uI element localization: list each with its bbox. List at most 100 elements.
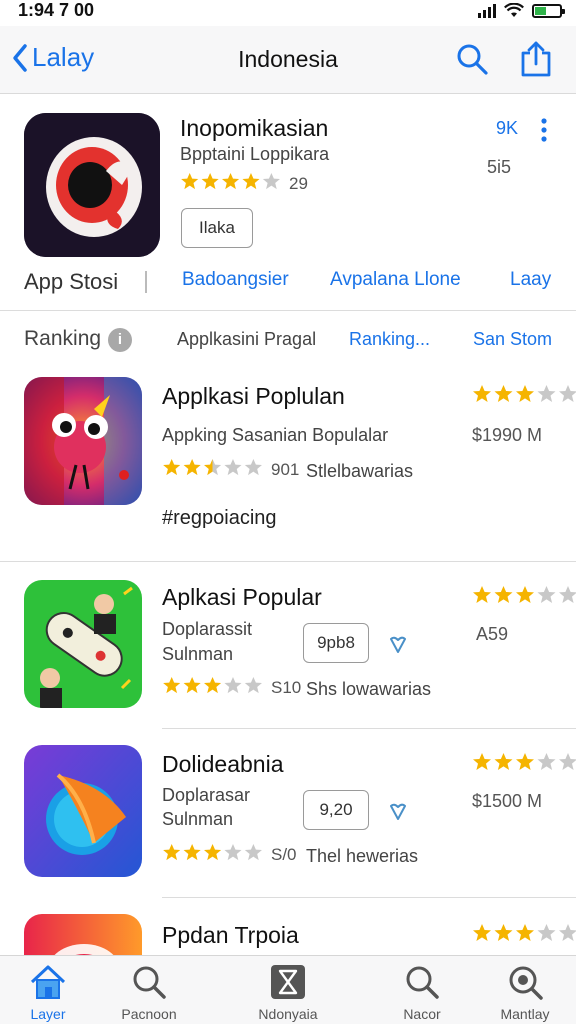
star-icon	[163, 676, 181, 694]
featured-app-title: Inopomikasian	[180, 115, 329, 141]
nav-bar: Lalay Indonesia	[0, 26, 576, 94]
rating-stars	[472, 923, 576, 948]
featured-links: App Stosi Badoangsier Avpalana Llone Laa…	[0, 269, 576, 299]
item-price: $1990 M	[472, 425, 543, 445]
star-icon	[204, 676, 222, 694]
featured-link-2[interactable]: Avpalana Llone	[330, 269, 461, 291]
ranking-tab-2[interactable]: Ranking...	[349, 329, 430, 350]
featured-badge: 9K	[496, 118, 519, 138]
item-title: Applkasi Poplulan	[162, 383, 345, 409]
star-icon	[537, 753, 556, 770]
heart-icon[interactable]	[388, 635, 408, 655]
ranking-bar: Ranking i Applkasini Pragal Ranking... S…	[0, 313, 576, 365]
list-item[interactable]: Ppdan Trpoia	[0, 898, 576, 955]
tab-bar: Layer Pacnoon Ndonyaia Nacor Mantlay	[0, 955, 576, 1024]
list-item[interactable]: Aplkasi Popular Doplarassit Sulnman S10 …	[0, 562, 576, 728]
rating-count: 901	[271, 460, 300, 479]
signal-icon	[478, 3, 496, 18]
star-icon	[473, 924, 491, 941]
ranking-tab-1[interactable]: Applkasini Pragal	[177, 329, 316, 350]
heart-icon[interactable]	[388, 802, 408, 822]
star-icon	[473, 753, 491, 770]
star-icon	[516, 586, 534, 603]
tab-label: Nacor	[403, 1006, 441, 1022]
tab-pacnoon[interactable]: Pacnoon	[101, 956, 197, 1024]
magnify-icon	[509, 966, 543, 1000]
star-icon	[183, 676, 201, 694]
tab-label: Ndonyaia	[258, 1006, 318, 1022]
star-icon	[473, 586, 491, 603]
featured-link-1[interactable]: Badoangsier	[182, 269, 289, 291]
star-icon	[224, 843, 242, 861]
star-icon	[244, 676, 262, 694]
star-icon	[224, 458, 242, 476]
item-extra: Stlelbawarias	[306, 461, 414, 481]
ranking-title: Ranking	[24, 327, 102, 350]
more-options-icon[interactable]	[538, 117, 550, 143]
rating-stars	[472, 585, 576, 610]
star-icon	[559, 924, 576, 941]
game-controller-icon	[24, 580, 142, 708]
star-icon	[183, 843, 201, 861]
item-subtitle: Sulnman	[162, 809, 234, 829]
app-logo-icon	[24, 113, 160, 257]
item-subtitle: Appking Sasanian Bopulalar	[162, 425, 389, 445]
get-button[interactable]: 9,20	[303, 790, 369, 830]
search-icon	[406, 966, 439, 999]
list-item[interactable]: Dolideabnia Doplarasar Sulnman S/0 Thel …	[0, 729, 576, 897]
tab-layer[interactable]: Layer	[0, 956, 96, 1024]
status-time: 1:94 7 00	[18, 0, 95, 20]
star-icon	[244, 843, 262, 861]
item-subtitle: Doplarasar	[162, 785, 251, 805]
star-icon	[204, 458, 222, 476]
star-icon	[183, 458, 201, 476]
star-icon	[494, 586, 513, 603]
star-icon	[262, 172, 280, 190]
open-button[interactable]: Ilaka	[181, 208, 253, 248]
list-item[interactable]: Applkasi Poplulan Appking Sasanian Bopul…	[0, 365, 576, 561]
rating-stars	[180, 172, 283, 196]
star-icon	[559, 753, 576, 770]
search-icon[interactable]	[455, 42, 489, 76]
ranking-tab-3[interactable]: San Stom	[473, 329, 552, 350]
get-button[interactable]: 9pb8	[303, 623, 369, 663]
rating-stars	[472, 384, 576, 409]
featured-size: 5i5	[487, 157, 512, 177]
star-icon	[242, 172, 260, 190]
app-icon[interactable]	[24, 580, 142, 708]
home-icon	[30, 965, 66, 999]
star-icon	[537, 924, 556, 941]
star-icon	[222, 172, 240, 190]
featured-app-icon[interactable]	[24, 113, 160, 257]
item-title: Ppdan Trpoia	[162, 922, 299, 948]
rating-count: S10	[271, 678, 302, 697]
tab-mantlay[interactable]: Mantlay	[477, 956, 573, 1024]
wifi-icon	[504, 3, 524, 17]
share-icon[interactable]	[518, 40, 554, 78]
star-icon	[163, 458, 181, 476]
back-label: Lalay	[32, 42, 95, 72]
tab-ndonyaia[interactable]: Ndonyaia	[240, 956, 336, 1024]
item-title: Aplkasi Popular	[162, 584, 322, 610]
star-icon	[244, 458, 262, 476]
status-bar: 1:94 7 00	[0, 0, 576, 26]
star-icon	[224, 676, 242, 694]
app-icon[interactable]	[24, 914, 142, 955]
app-icon[interactable]	[24, 377, 142, 505]
star-icon	[537, 385, 556, 402]
star-icon	[516, 753, 534, 770]
item-price: $1500 M	[472, 791, 543, 811]
featured-app: Inopomikasian Bpptaini Loppikara 29 Ilak…	[0, 95, 576, 311]
back-button[interactable]: Lalay	[12, 42, 94, 73]
tab-nacor[interactable]: Nacor	[374, 956, 470, 1024]
rating-count: S/0	[271, 845, 297, 864]
featured-link-3[interactable]: Laay	[510, 269, 551, 291]
star-icon	[559, 385, 576, 402]
app-icon[interactable]	[24, 745, 142, 877]
tab-label: Layer	[30, 1006, 66, 1022]
rating-count: 29	[289, 174, 308, 193]
battery-icon	[532, 3, 565, 18]
star-icon	[494, 385, 513, 402]
bird-icon	[24, 377, 142, 505]
info-icon[interactable]: i	[108, 328, 132, 352]
